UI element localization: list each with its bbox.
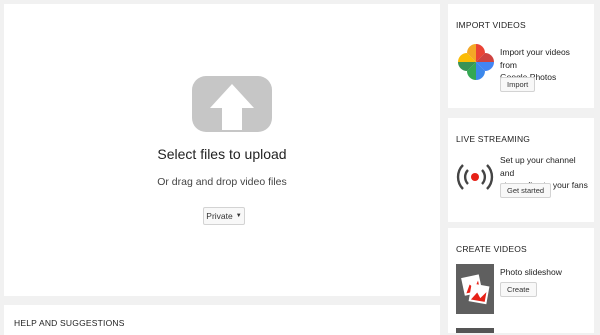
photo-slideshow-icon[interactable] — [456, 264, 494, 314]
import-button[interactable]: Import — [500, 77, 536, 92]
create-button[interactable]: Create — [500, 282, 537, 297]
google-photos-icon — [458, 44, 494, 80]
import-text-line1: Import your videos from — [500, 47, 570, 70]
create-item-label[interactable]: Photo slideshow — [500, 266, 588, 279]
next-thumbnail — [456, 328, 494, 333]
live-text-line1: Set up your channel and — [500, 155, 576, 178]
help-panel: HELP AND SUGGESTIONS — [4, 305, 440, 335]
help-title: HELP AND SUGGESTIONS — [14, 318, 125, 328]
live-panel: LIVE STREAMING Set up your channel and s… — [448, 118, 594, 222]
live-broadcast-icon — [456, 164, 494, 190]
privacy-dropdown[interactable]: Private ▼ — [203, 207, 245, 225]
create-panel: CREATE VIDEOS Photo slideshow Create — [448, 228, 594, 333]
upload-title[interactable]: Select files to upload — [4, 146, 440, 162]
live-title: LIVE STREAMING — [456, 134, 531, 144]
upload-panel[interactable]: Select files to upload Or drag and drop … — [4, 4, 440, 296]
import-title: IMPORT VIDEOS — [456, 20, 526, 30]
privacy-value: Private — [206, 211, 233, 221]
get-started-button[interactable]: Get started — [500, 183, 552, 198]
upload-arrow-icon[interactable] — [192, 76, 272, 132]
create-title: CREATE VIDEOS — [456, 244, 527, 254]
import-panel: IMPORT VIDEOS Import your videos from Go… — [448, 4, 594, 108]
upload-subtitle: Or drag and drop video files — [157, 176, 287, 188]
caret-down-icon: ▼ — [235, 213, 242, 219]
